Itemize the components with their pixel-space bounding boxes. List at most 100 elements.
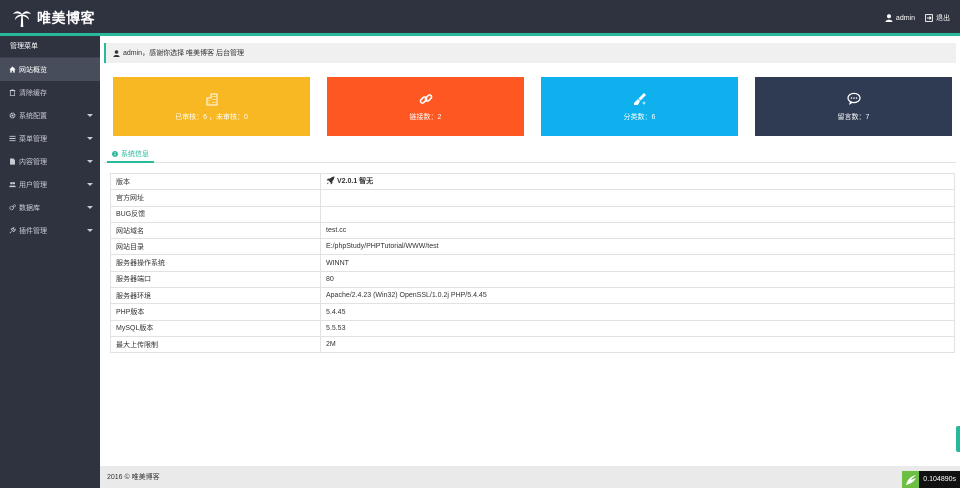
version-value: V2.0.1 智无 (326, 176, 373, 186)
brand-title: 唯美博客 (37, 10, 95, 26)
building-icon (206, 93, 217, 105)
row-key: 官方网址 (110, 189, 321, 207)
list-icon (9, 135, 16, 142)
table-row: 网站目录 E:/phpStudy/PHPTutorial/WWW/test (110, 238, 955, 256)
sidebar-item-menu-management[interactable]: 菜单管理 (0, 127, 100, 150)
exec-time: 0.104890s (919, 471, 960, 488)
top-bar: 唯美博客 admin 退出 (0, 0, 960, 36)
row-key: BUG反馈 (110, 205, 321, 223)
stat-card-categories[interactable]: 分类数：6 (541, 77, 738, 136)
chevron-down-icon (87, 160, 93, 163)
gears-icon (9, 204, 16, 211)
table-row: 服务器环境 Apache/2.4.23 (Win32) OpenSSL/1.0.… (110, 287, 955, 305)
plug-icon (9, 227, 16, 234)
table-row: 服务器操作系统 WINNT (110, 254, 955, 272)
file-icon (9, 158, 16, 165)
row-key: 网站目录 (110, 238, 321, 256)
user-name: admin (895, 14, 915, 22)
row-value: 5.4.45 (320, 303, 955, 321)
brush-icon (633, 92, 646, 105)
stat-card-articles[interactable]: 已审核：6 ，未审核：0 (113, 77, 310, 136)
trash-icon (9, 89, 16, 96)
palm-tree-logo-icon (12, 8, 37, 28)
tab-label: 系统信息 (121, 150, 149, 158)
stat-card-text: 留言数：7 (837, 113, 870, 121)
chevron-down-icon (87, 137, 93, 140)
sidebar-item-label: 用户管理 (19, 181, 47, 189)
users-icon (9, 181, 16, 188)
row-value (320, 189, 955, 207)
side-scroll-handle[interactable] (956, 426, 960, 452)
chevron-down-icon (87, 114, 93, 117)
row-value: 80 (320, 270, 955, 289)
chevron-down-icon (87, 183, 93, 186)
row-key: 服务器环境 (110, 287, 321, 305)
row-key: MySQL版本 (110, 319, 321, 337)
row-value: V2.0.1 智无 (320, 172, 955, 191)
sidebar-item-system-config[interactable]: 系统配置 (0, 104, 100, 127)
row-key: 服务器端口 (110, 270, 321, 289)
chat-icon (846, 92, 861, 105)
logout-button[interactable]: 退出 (925, 13, 950, 23)
sidebar-item-user-management[interactable]: 用户管理 (0, 173, 100, 196)
table-row: 最大上传限制 2M (110, 335, 955, 354)
gear-icon (9, 112, 16, 119)
info-icon (112, 150, 118, 157)
chevron-down-icon (87, 206, 93, 209)
row-key: PHP版本 (110, 303, 321, 321)
brand[interactable]: 唯美博客 (12, 8, 95, 28)
sidebar-item-label: 清除缓存 (19, 89, 47, 97)
sidebar: 管理菜单 网站概览 清除缓存 系统配置 菜单管理 内容管理 用户管理 数据库 插… (0, 36, 100, 488)
welcome-banner: admin，感谢你选择 唯美博客 后台管理 (104, 43, 956, 63)
rocket-icon (326, 176, 335, 185)
sidebar-item-overview[interactable]: 网站概览 (0, 58, 100, 81)
system-info-table: 版本 V2.0.1 智无 官方网址 BUG反馈 网站域名 test.cc 网站目… (110, 172, 955, 354)
chevron-down-icon (87, 229, 93, 232)
sidebar-item-plugin-management[interactable]: 插件管理 (0, 219, 100, 242)
stat-card-links[interactable]: 链接数：2 (327, 77, 524, 136)
top-right-menu: admin 退出 (875, 13, 950, 23)
row-key: 最大上传限制 (110, 335, 321, 354)
sidebar-item-clear-cache[interactable]: 清除缓存 (0, 81, 100, 104)
row-value: 5.5.53 (320, 319, 955, 337)
user-menu[interactable]: admin (885, 14, 915, 22)
sidebar-item-label: 网站概览 (19, 66, 47, 74)
home-icon (9, 66, 16, 73)
stat-card-text: 已审核：6 ，未审核：0 (175, 113, 248, 121)
logout-label: 退出 (936, 15, 950, 22)
tab-bar: 系统信息 (104, 146, 956, 163)
user-icon (113, 49, 120, 57)
footer: 2016 © 唯美博客 (100, 466, 960, 488)
sidebar-item-label: 内容管理 (19, 158, 47, 166)
version-text: V2.0.1 智无 (337, 177, 374, 185)
welcome-text: admin，感谢你选择 唯美博客 后台管理 (123, 50, 244, 57)
sidebar-item-label: 系统配置 (19, 112, 47, 120)
footer-copyright: 2016 © 唯美博客 (107, 474, 160, 481)
logout-icon (925, 14, 933, 22)
row-value: test.cc (320, 221, 955, 240)
tab-system-info[interactable]: 系统信息 (107, 146, 154, 163)
stats-cards: 已审核：6 ，未审核：0 链接数：2 分类数：6 留言数：7 (113, 77, 952, 136)
user-icon (885, 14, 893, 22)
stat-card-text: 分类数：6 (623, 113, 656, 121)
table-row: MySQL版本 5.5.53 (110, 319, 955, 337)
table-row: PHP版本 5.4.45 (110, 303, 955, 321)
sidebar-item-database[interactable]: 数据库 (0, 196, 100, 219)
sidebar-item-content-management[interactable]: 内容管理 (0, 150, 100, 173)
table-row: 服务器端口 80 (110, 270, 955, 289)
thinkphp-logo-icon (902, 471, 920, 488)
row-value: WINNT (320, 254, 955, 272)
row-value: E:/phpStudy/PHPTutorial/WWW/test (320, 238, 955, 256)
debug-trace-badge[interactable]: 0.104890s (902, 471, 960, 488)
link-icon (419, 93, 432, 104)
stat-card-messages[interactable]: 留言数：7 (755, 77, 952, 136)
sidebar-item-label: 插件管理 (19, 227, 47, 235)
table-row: 网站域名 test.cc (110, 221, 955, 240)
stat-card-text: 链接数：2 (409, 113, 442, 121)
row-key: 服务器操作系统 (110, 254, 321, 272)
row-value: 2M (320, 335, 955, 354)
sidebar-item-label: 数据库 (19, 204, 40, 212)
sidebar-item-label: 菜单管理 (19, 135, 47, 143)
row-key: 网站域名 (110, 221, 321, 240)
row-value (320, 205, 955, 223)
